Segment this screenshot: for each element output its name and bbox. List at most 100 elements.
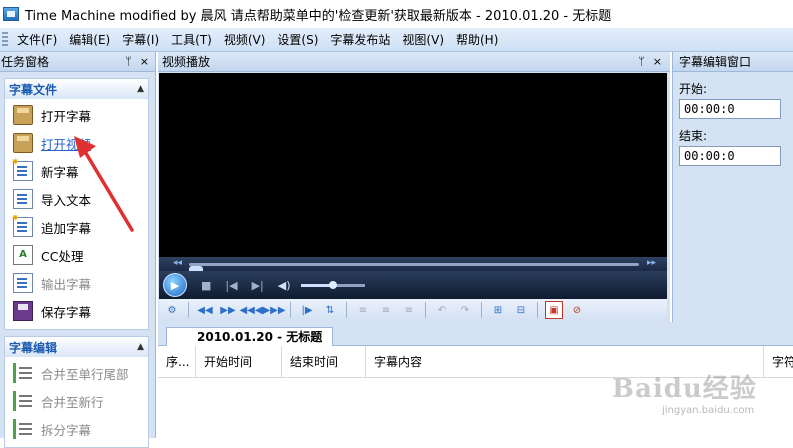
column-header-content[interactable]: 字幕内容 [366, 346, 764, 378]
stop-icon[interactable]: ■ [201, 279, 211, 292]
mark-in-icon[interactable]: |▶ [298, 301, 316, 319]
end-label: 结束: [679, 129, 708, 143]
task-label: 新字幕 [41, 164, 79, 180]
task-label: 导入文本 [41, 192, 92, 208]
settings-icon[interactable]: ⚙ [163, 301, 181, 319]
menu-grip-handle[interactable] [2, 31, 8, 48]
volume-thumb[interactable] [329, 281, 337, 289]
menu-settings[interactable]: 设置(S) [271, 29, 324, 51]
task-label: 保存字幕 [41, 304, 92, 320]
group-subtitle-file: 字幕文件 ▲ 打开字幕 打开视频 新字幕 导入文本 追加字幕 [4, 78, 149, 330]
step-forward-icon[interactable]: ▶▶ [219, 301, 237, 319]
start-time-input[interactable] [679, 99, 781, 119]
sync-icon[interactable]: ⇅ [321, 301, 339, 319]
task-cc-process[interactable]: A CC处理 [5, 241, 148, 269]
end-time-input[interactable] [679, 146, 781, 166]
seek-track[interactable] [189, 263, 639, 274]
volume-icon[interactable]: ◀) [278, 279, 291, 292]
insert-before-icon[interactable]: ⊞ [489, 301, 507, 319]
volume-slider[interactable] [301, 281, 365, 289]
task-open-video[interactable]: 打开视频 [5, 129, 148, 157]
next-icon[interactable]: ▶| [252, 279, 264, 292]
column-header-end[interactable]: 结束时间 [282, 346, 366, 378]
save-icon [13, 301, 33, 321]
seek-bar[interactable]: ◂◂ ▸▸ [159, 257, 667, 274]
task-pane: 任务窗格 ᛘ × 字幕文件 ▲ 打开字幕 打开视频 新字幕 [0, 52, 156, 448]
menu-video[interactable]: 视频(V) [218, 29, 272, 51]
split-subtitle-icon [13, 419, 33, 439]
pin-icon[interactable]: ᛘ [638, 55, 645, 68]
task-new-subtitle[interactable]: 新字幕 [5, 157, 148, 185]
app-icon [3, 7, 19, 21]
player-controls: ▶ ■ |◀ ▶| ◀) [159, 271, 667, 299]
chevron-up-icon[interactable]: ▲ [137, 342, 144, 352]
edit-toolbar: ⚙ ◀◀ ▶▶ ◀◀◀ ▶▶▶ |▶ ⇅ ≡ ≡ ≡ ↶ ↷ ⊞ ⊟ ▣ ⊘ [159, 299, 667, 321]
toolbar-separator [346, 302, 347, 318]
column-header-index[interactable]: 序... [158, 346, 196, 378]
lock-icon[interactable]: ▣ [545, 301, 563, 319]
previous-icon[interactable]: |◀ [225, 279, 237, 292]
align-left-icon[interactable]: ≡ [354, 301, 372, 319]
column-header-chars[interactable]: 字符 [764, 346, 793, 378]
task-import-text[interactable]: 导入文本 [5, 185, 148, 213]
task-split-subtitle[interactable]: 拆分字幕 [5, 415, 148, 443]
task-export-subtitle[interactable]: 输出字幕 [5, 269, 148, 297]
task-merge-new-line[interactable]: 合并至新行 [5, 387, 148, 415]
group-header-subtitle-file[interactable]: 字幕文件 ▲ [5, 79, 148, 99]
close-icon[interactable]: × [653, 55, 662, 68]
task-label: CC处理 [41, 248, 84, 264]
task-label: 合并至新行 [41, 394, 104, 410]
fast-forward-icon[interactable]: ▶▶▶ [262, 301, 285, 319]
pin-icon[interactable]: ᛘ [125, 55, 132, 68]
video-screen[interactable] [159, 73, 667, 257]
seek-forward-icon[interactable]: ▸▸ [647, 258, 656, 268]
menu-tools[interactable]: 工具(T) [165, 29, 218, 51]
menu-subtitle-site[interactable]: 字幕发布站 [324, 29, 396, 51]
no-sync-icon[interactable]: ⊘ [568, 301, 586, 319]
task-save-subtitle[interactable]: 保存字幕 [5, 297, 148, 325]
group-header-subtitle-edit[interactable]: 字幕编辑 ▲ [5, 337, 148, 357]
subtitle-editor-pane: 字幕编辑窗口 开始: 结束: [672, 52, 793, 322]
undo-icon[interactable]: ↶ [433, 301, 451, 319]
toolbar-separator [537, 302, 538, 318]
close-icon[interactable]: × [140, 55, 149, 68]
open-video-icon [13, 133, 33, 153]
menu-subtitle[interactable]: 字幕(I) [116, 29, 165, 51]
toolbar-separator [425, 302, 426, 318]
title-bar: Time Machine modified by 晨风 请点帮助菜单中的'检查更… [0, 0, 793, 28]
document-area: 2010.01.20 - 无标题 序... 开始时间 结束时间 字幕内容 字符 [158, 322, 793, 438]
start-label: 开始: [679, 82, 708, 96]
task-open-subtitle[interactable]: 打开字幕 [5, 101, 148, 129]
merge-tail-icon [13, 363, 33, 383]
group-title: 字幕文件 [9, 82, 58, 97]
append-subtitle-icon [11, 213, 33, 237]
menu-edit[interactable]: 编辑(E) [63, 29, 116, 51]
open-subtitle-icon [13, 105, 33, 125]
chevron-up-icon[interactable]: ▲ [137, 84, 144, 94]
menu-view[interactable]: 视图(V) [396, 29, 450, 51]
menu-file[interactable]: 文件(F) [11, 29, 63, 51]
insert-after-icon[interactable]: ⊟ [512, 301, 530, 319]
import-text-icon [13, 189, 33, 209]
rewind-icon[interactable]: ◀◀ [196, 301, 214, 319]
fast-rewind-icon[interactable]: ◀◀◀ [239, 301, 262, 319]
column-header-start[interactable]: 开始时间 [196, 346, 282, 378]
task-label: 打开字幕 [41, 108, 92, 124]
play-button[interactable]: ▶ [163, 273, 187, 297]
task-label: 合并至单行尾部 [41, 366, 129, 382]
video-pane: 视频播放 ᛘ × ◂◂ ▸▸ ▶ ■ |◀ ▶| ◀) ⚙ ◀◀ ▶▶ ◀◀◀ … [158, 52, 670, 322]
redo-icon[interactable]: ↷ [456, 301, 474, 319]
cc-icon: A [13, 245, 33, 265]
new-subtitle-icon [11, 157, 33, 181]
task-append-subtitle[interactable]: 追加字幕 [5, 213, 148, 241]
video-pane-title: 视频播放 [162, 55, 211, 69]
align-right-icon[interactable]: ≡ [400, 301, 418, 319]
task-merge-tail[interactable]: 合并至单行尾部 [5, 359, 148, 387]
editor-pane-title: 字幕编辑窗口 [673, 52, 793, 72]
merge-new-line-icon [13, 391, 33, 411]
align-center-icon[interactable]: ≡ [377, 301, 395, 319]
menu-help[interactable]: 帮助(H) [450, 29, 504, 51]
seek-back-icon[interactable]: ◂◂ [173, 258, 182, 268]
subtitle-grid[interactable]: 序... 开始时间 结束时间 字幕内容 字符 [158, 346, 793, 438]
document-tab[interactable]: 2010.01.20 - 无标题 [166, 327, 334, 347]
